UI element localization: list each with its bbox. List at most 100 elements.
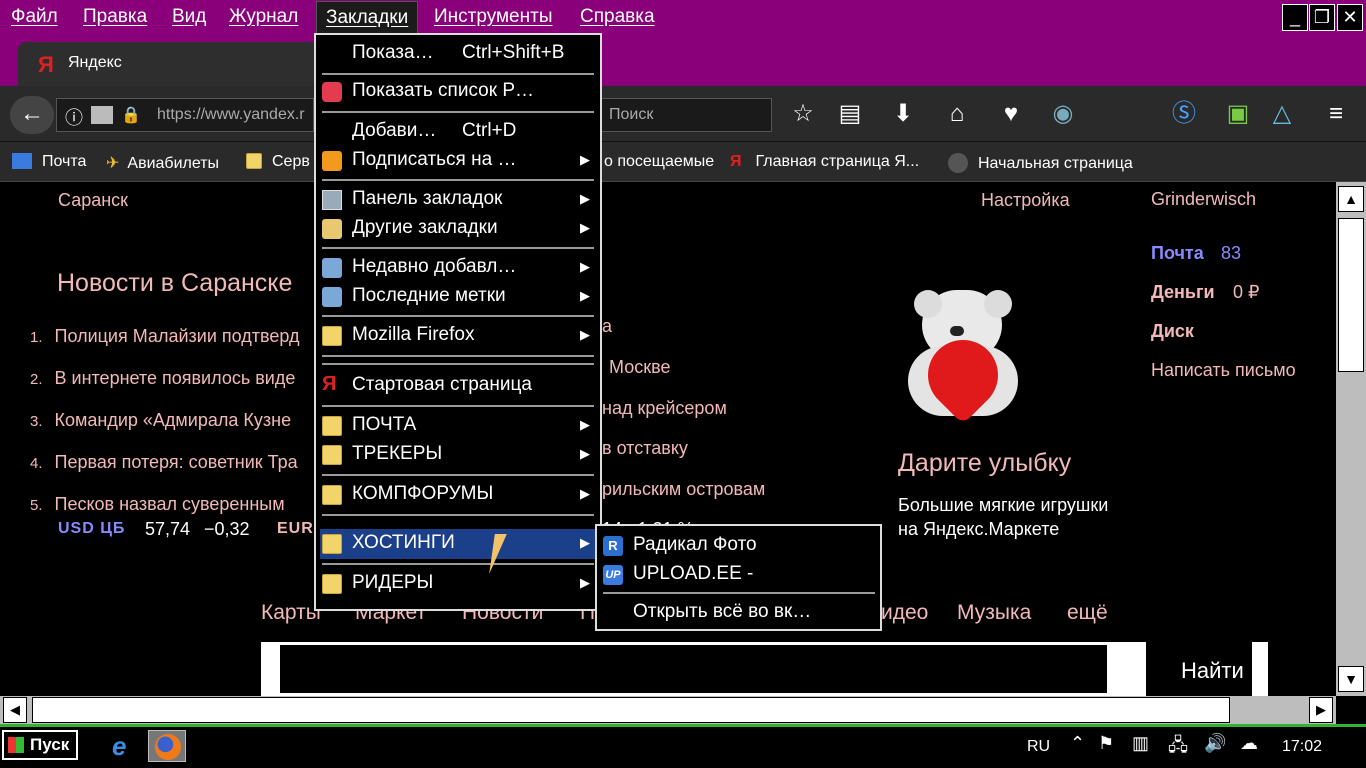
service-maps[interactable]: Карты — [261, 601, 321, 625]
volume-icon[interactable]: 🔊 — [1204, 733, 1226, 754]
menu-view[interactable]: Вид — [172, 6, 206, 28]
news-text[interactable]: Командир «Адмирала Кузне — [55, 410, 292, 430]
menu-help[interactable]: Справка — [580, 6, 655, 28]
scroll-h-thumb[interactable] — [32, 697, 1230, 723]
download-icon[interactable]: ⬇ — [889, 100, 917, 128]
device-icon[interactable]: ▥ — [1132, 733, 1149, 754]
menu-item-mozilla-firefox[interactable]: Mozilla Firefox ▶ — [322, 321, 596, 350]
submenu-item-open-all[interactable]: Открыть всё во вк… — [603, 598, 877, 627]
city-link[interactable]: Саранск — [58, 190, 128, 211]
firefox-task-button[interactable] — [148, 730, 186, 762]
skype-icon[interactable]: Ⓢ — [1170, 100, 1198, 128]
bookmark-serv[interactable]: Серв — [246, 153, 310, 171]
scroll-down-arrow-icon[interactable]: ▼ — [1338, 666, 1364, 692]
network-icon[interactable]: 🖧 — [1168, 733, 1188, 763]
menu-item-hostings[interactable]: ХОСТИНГИ ▶ — [320, 529, 598, 559]
menu-item-bookmarks-toolbar[interactable]: Панель закладок ▶ — [322, 185, 596, 214]
menu-item-add-bookmark[interactable]: Добави… Ctrl+D — [322, 117, 596, 146]
home-icon[interactable]: ⌂ — [943, 100, 971, 128]
menu-tools[interactable]: Инструменты — [434, 6, 552, 28]
service-more[interactable]: ещё — [1067, 601, 1108, 625]
menu-item-show-bookmarks[interactable]: Показа… Ctrl+Shift+B — [322, 39, 596, 68]
settings-link[interactable]: Настройка — [981, 190, 1070, 211]
promo-text-2[interactable]: на Яндекс.Маркете — [898, 519, 1059, 540]
scroll-thumb[interactable] — [1338, 218, 1364, 372]
scroll-left-arrow-icon[interactable]: ◀ — [3, 697, 27, 723]
menu-edit[interactable]: Правка — [83, 6, 147, 28]
menu-item-recently-added[interactable]: Недавно добавл… ▶ — [322, 253, 596, 282]
news-text[interactable]: Песков назвал суверенным — [55, 494, 285, 514]
extension-icon[interactable]: ▣ — [1224, 100, 1252, 128]
clock[interactable]: 17:02 — [1282, 738, 1322, 756]
usd-label[interactable]: USD ЦБ — [58, 520, 125, 538]
bookmark-yandex-home[interactable]: Я Главная страница Я... — [730, 153, 919, 171]
minimize-button[interactable]: _ — [1282, 4, 1308, 31]
cloud-icon[interactable]: △ — [1268, 100, 1296, 128]
eye-icon[interactable]: ◉ — [1049, 100, 1077, 128]
hamburger-menu-icon[interactable]: ≡ — [1322, 100, 1350, 128]
menu-item-pocket-list[interactable]: Показать список Р… — [322, 77, 596, 106]
menu-bookmarks[interactable]: Закладки — [316, 1, 419, 34]
star-icon[interactable]: ☆ — [789, 100, 817, 128]
news-text[interactable]: В интернете появилось виде — [55, 368, 296, 388]
write-letter-link[interactable]: Написать письмо — [1151, 360, 1296, 381]
info-icon[interactable]: ⓘ — [65, 104, 83, 130]
promo-title[interactable]: Дарите улыбку — [898, 449, 1071, 478]
teddy-bear-image[interactable] — [900, 290, 1030, 425]
language-indicator[interactable]: RU — [1027, 738, 1050, 756]
search-input[interactable] — [280, 645, 1107, 693]
mail-link[interactable]: Почта — [1151, 243, 1204, 264]
menu-history[interactable]: Журнал — [229, 6, 298, 28]
restore-button[interactable]: ❐ — [1309, 4, 1335, 31]
news-text[interactable]: Полиция Малайзии подтверд — [55, 326, 300, 346]
flag-icon[interactable]: ⚑ — [1098, 733, 1114, 754]
scroll-up-arrow-icon[interactable]: ▲ — [1338, 186, 1364, 212]
news-title[interactable]: Новости в Саранске — [57, 269, 292, 298]
bookmark-avia[interactable]: ✈ Авиабилеты — [106, 153, 219, 173]
menu-item-subscribe[interactable]: Подписаться на … ▶ — [322, 146, 596, 175]
promo-text-1[interactable]: Большие мягкие игрушки — [898, 495, 1108, 516]
bookmark-start-page[interactable]: Начальная страница — [948, 153, 1133, 173]
horizontal-scrollbar[interactable]: ◀ ▶ — [0, 696, 1336, 724]
user-name[interactable]: Grinderwisch — [1151, 189, 1256, 210]
mail-count[interactable]: 83 — [1221, 243, 1241, 264]
close-button[interactable]: ✕ — [1337, 4, 1363, 31]
news-item[interactable]: 3. Командир «Адмирала Кузне — [30, 400, 299, 442]
menu-item-compforums[interactable]: КОМПФОРУМЫ ▶ — [322, 480, 596, 509]
vertical-scrollbar[interactable]: ▲ ▼ — [1336, 182, 1366, 696]
search-button[interactable]: Найти — [1152, 642, 1268, 696]
menu-item-other-bookmarks[interactable]: Другие закладки ▶ — [322, 214, 596, 243]
search-box[interactable]: Поиск — [600, 98, 772, 132]
ie-icon[interactable]: e — [112, 731, 126, 762]
news-item[interactable]: 1. Полиция Малайзии подтверд — [30, 316, 299, 358]
bookmark-mail[interactable]: Почта — [12, 153, 86, 171]
news-item[interactable]: 4. Первая потеря: советник Тра — [30, 442, 299, 484]
menu-item-recent-tags[interactable]: Последние метки ▶ — [322, 282, 596, 311]
scroll-right-arrow-icon[interactable]: ▶ — [1309, 697, 1333, 723]
bookmarks-list-icon[interactable]: ▤ — [836, 100, 864, 128]
menu-item-readers[interactable]: РИДЕРЫ ▶ — [322, 569, 596, 598]
service-video[interactable]: идео — [881, 601, 928, 625]
menu-item-trackers[interactable]: ТРЕКЕРЫ ▶ — [322, 440, 596, 469]
windows-logo-icon — [8, 737, 24, 753]
url-bar[interactable]: ⓘ 🔒 https://www.yandex.r — [56, 98, 314, 132]
news-item[interactable]: 2. В интернете появилось виде — [30, 358, 299, 400]
back-button[interactable]: ← — [10, 96, 54, 134]
submenu-item-radikal[interactable]: R Радикал Фото — [603, 531, 877, 560]
disk-link[interactable]: Диск — [1151, 321, 1194, 342]
service-music[interactable]: Музыка — [957, 601, 1031, 625]
money-link[interactable]: Деньги — [1151, 282, 1215, 303]
menu-file[interactable]: Файл — [11, 6, 58, 28]
rss-icon — [322, 151, 342, 171]
start-button[interactable]: Пуск — [2, 730, 78, 760]
menu-item-start-page[interactable]: Я Стартовая страница — [322, 371, 596, 400]
menu-item-pochta[interactable]: ПОЧТА ▶ — [322, 411, 596, 440]
eur-label[interactable]: EUR — [277, 520, 314, 538]
pocket-icon[interactable]: ♥ — [997, 100, 1025, 128]
bookmark-most-visited[interactable]: о посещаемые — [604, 153, 714, 171]
wifi-icon[interactable]: ☁ — [1240, 733, 1258, 754]
submenu-item-upload-ee[interactable]: UP UPLOAD.EE - — [603, 560, 877, 589]
tray-expand-icon[interactable]: ⌃ — [1070, 733, 1085, 754]
tab-yandex[interactable]: Я Яндекс — [18, 42, 348, 86]
news-text[interactable]: Первая потеря: советник Тра — [55, 452, 298, 472]
